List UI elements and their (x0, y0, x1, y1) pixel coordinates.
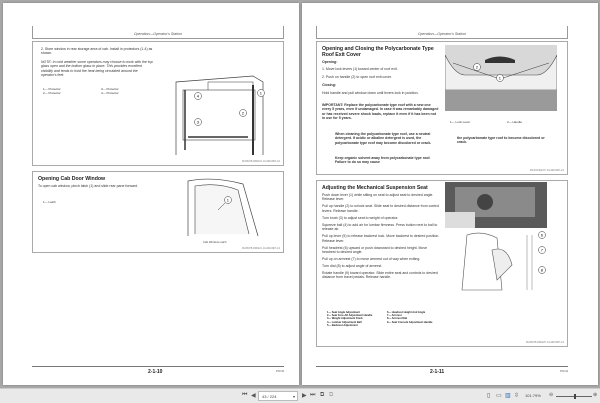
closing-text: Hold handle and pull window down until l… (322, 91, 419, 95)
section-store-window: 2. Store window in rear storage area of … (32, 41, 284, 166)
footer-rule (316, 366, 568, 367)
cab-window-illustration: 1 2 3 4 (175, 75, 265, 155)
important-text: IMPORTANT: Replace the polycarbonate typ… (322, 103, 439, 121)
section-cab-door-window: Opening Cab Door Window To open cab wind… (32, 171, 284, 253)
page-header: Operation—Operator's Station (316, 26, 568, 39)
step-text: 2. Store window in rear storage area of … (41, 47, 153, 56)
first-page-icon[interactable]: ⏮ (242, 392, 247, 399)
pn-label: PN=44 (559, 370, 568, 373)
previous-view-icon[interactable]: ⧉ (320, 392, 324, 399)
footer-rule (32, 366, 284, 367)
opening-heading: Opening: (322, 60, 338, 64)
page-number-field[interactable]: 43 / 224 ▾ (258, 391, 298, 401)
seat-legend-left: 1— Seat Angle Adjustment 2— Seat Fore-Aft… (327, 311, 373, 327)
legend-col2: 3— Protector 4— Protector (101, 87, 119, 95)
solvent-text-cont: the polycarbonate type roof to become di… (457, 136, 545, 145)
roof-exit-illustration: 1 2 (445, 45, 557, 111)
figure-code: OUO6075,0000125 -19-26JUN07-1/1 (525, 342, 564, 344)
note-text: NOTE: In cold weather some operators may… (41, 60, 153, 78)
section-roof-exit: Opening and Closing the Polycarbonate Ty… (316, 41, 568, 175)
continuous-view-icon[interactable]: ▭ (496, 392, 502, 399)
page-number: 2-1-11 (430, 369, 445, 375)
seat-legend-right: 6— Headrest Height And Angle 7— Armrest 8—… (387, 311, 433, 324)
section-text: To open cab window, pinch latch (1) and … (38, 184, 139, 188)
figure-caption: Cab Window Latch (203, 240, 227, 244)
viewer-toolbar: ⏮ ◀ 43 / 224 ▾ ▶ ⏭ ⧉ ⧉ ▯ ▭ ▥ ⇳ 101.79% ⊖ … (0, 388, 600, 403)
opening-step-1: 1. Move lock levers (1) toward center of… (322, 67, 398, 71)
last-page-icon[interactable]: ⏭ (310, 392, 315, 399)
legend-1: 1— Lock Lever (450, 120, 471, 124)
section-title: Adjusting the Mechanical Suspension Seat (322, 185, 428, 191)
right-page: Operation—Operator's Station Opening and… (302, 3, 598, 385)
figure-code: OUO6075,0000123 -19-26JUN07-1/1 (241, 161, 280, 163)
closing-heading: Closing: (322, 83, 336, 87)
figure-code: DX,ROOF,EXIT -19-26JUN07-1/1 (529, 170, 564, 172)
section-title: Opening Cab Door Window (38, 176, 106, 182)
section-suspension-seat: Adjusting the Mechanical Suspension Seat… (316, 180, 568, 347)
single-page-view-icon[interactable]: ▯ (487, 392, 490, 399)
cab-window-latch-illustration: 1 (187, 178, 259, 237)
zoom-level[interactable]: 101.79% (525, 393, 541, 398)
legend-col1: 1— Protector 2— Protector (43, 87, 61, 95)
cleaning-text: When cleaning the polycarbonate type roo… (335, 132, 432, 145)
pn-label: PN=43 (275, 370, 284, 373)
zoom-in-icon[interactable]: ⊕ (593, 392, 597, 398)
next-page-icon[interactable]: ▶ (302, 392, 307, 399)
zoom-out-icon[interactable]: ⊖ (549, 392, 553, 398)
legend-2: 2— Handle (507, 120, 523, 124)
opening-step-2: 2. Push on handle (2) to open roof exit … (322, 75, 392, 79)
left-page: Operation—Operator's Station 2. Store wi… (3, 3, 299, 385)
page-header: Operation—Operator's Station (32, 26, 284, 39)
figure-code: OUO6075,0000124 -19-26JUN07-1/1 (241, 248, 280, 250)
zoom-slider-thumb[interactable] (574, 394, 576, 399)
legend: 1— Latch (43, 200, 56, 204)
two-page-view-icon[interactable]: ▥ (505, 392, 511, 399)
solvent-text: Keep organic solvent away from polycarbo… (335, 156, 431, 165)
fit-page-icon[interactable]: ⇳ (514, 392, 519, 399)
next-view-icon[interactable]: ⧉ (329, 392, 333, 399)
page-number: 2-1-10 (148, 369, 163, 375)
seat-instructions: Push down lever (1) while sitting on sea… (322, 193, 440, 280)
section-title: Opening and Closing the Polycarbonate Ty… (322, 46, 434, 58)
previous-page-icon[interactable]: ◀ (251, 392, 256, 399)
seat-photo (445, 182, 547, 228)
seat-armrest-illustration: 6 7 8 (461, 231, 546, 291)
